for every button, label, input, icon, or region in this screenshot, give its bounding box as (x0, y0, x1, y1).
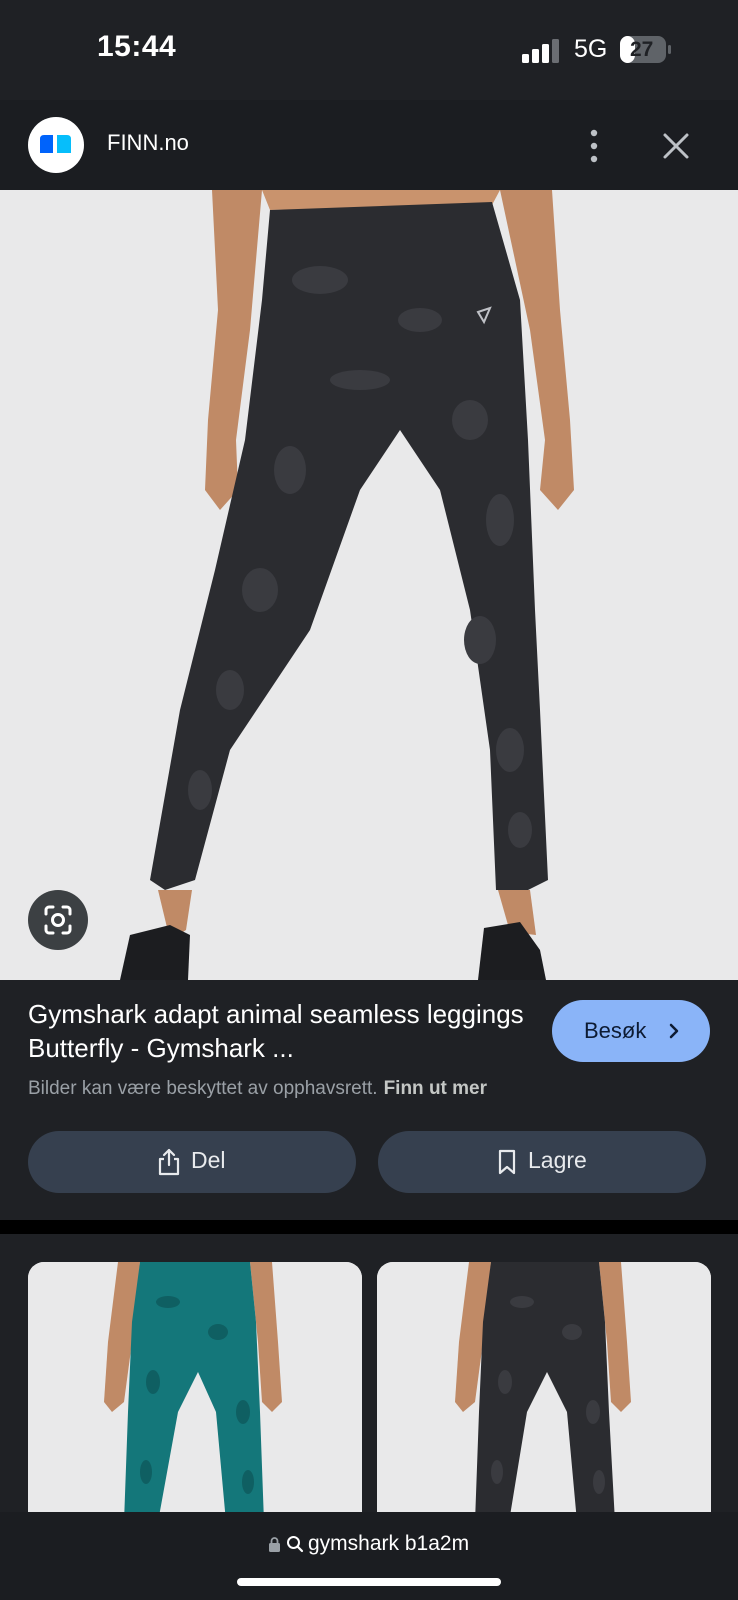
lens-icon (44, 905, 72, 935)
share-label: Del (191, 1147, 226, 1173)
leggings-photo (0, 190, 738, 980)
bookmark-icon (498, 1149, 516, 1175)
teal-leggings-photo (28, 1262, 362, 1522)
search-query: gymshark b1a2m (308, 1532, 470, 1555)
copyright-note: Bilder kan være beskyttet av opphavsrett… (28, 1078, 487, 1100)
result-title[interactable]: Gymshark adapt animal seamless leggings … (28, 997, 528, 1065)
section-divider (0, 1220, 738, 1234)
battery-level: 27 (630, 38, 654, 61)
share-icon (158, 1148, 180, 1176)
network-type: 5G (574, 35, 608, 63)
battery-indicator: 27 (620, 36, 672, 63)
finn-logo-icon (40, 135, 71, 153)
related-image-dark[interactable] (377, 1262, 711, 1522)
lens-button[interactable] (28, 890, 88, 950)
search-icon (287, 1536, 304, 1553)
site-name: FINN.no (107, 130, 189, 155)
save-label: Lagre (528, 1147, 587, 1173)
bottom-address-bar[interactable] (0, 1512, 738, 1600)
status-time: 15:44 (97, 30, 177, 63)
product-image[interactable] (0, 190, 738, 980)
save-button[interactable]: Lagre (378, 1131, 706, 1193)
dark-leggings-photo (377, 1262, 711, 1522)
learn-more-link[interactable]: Finn ut mer (384, 1078, 487, 1099)
site-logo (28, 117, 84, 173)
visit-button-label: Besøk (584, 1018, 647, 1043)
copyright-text: Bilder kan være beskyttet av opphavsrett… (28, 1078, 378, 1099)
home-indicator[interactable] (237, 1578, 501, 1586)
signal-icon (522, 39, 559, 63)
close-icon[interactable] (660, 130, 692, 162)
share-button[interactable]: Del (28, 1131, 356, 1193)
related-image-teal[interactable] (28, 1262, 362, 1522)
chevron-right-icon (669, 1023, 679, 1039)
lock-icon (269, 1537, 280, 1552)
visit-button[interactable]: Besøk (552, 1000, 710, 1062)
more-vert-icon[interactable] (580, 128, 608, 164)
